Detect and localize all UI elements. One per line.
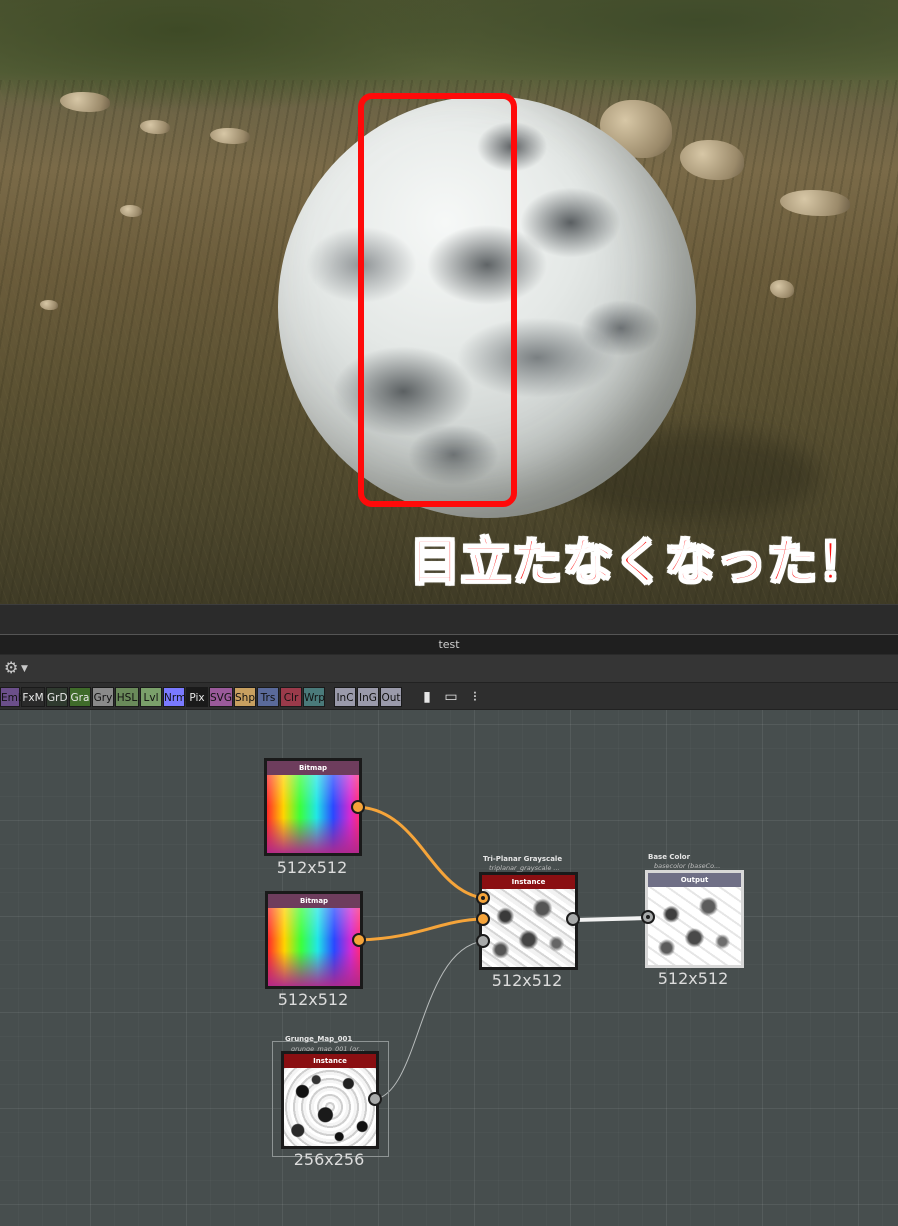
comment-icon[interactable]: ▮: [418, 687, 436, 707]
bitmap-node[interactable]: Bitmap: [265, 891, 363, 989]
toolbar-button-ing[interactable]: InG: [357, 687, 379, 707]
toolbar-button-pix[interactable]: Pix: [186, 687, 208, 707]
toolbar-button-emb[interactable]: Emb: [0, 687, 25, 707]
pin-connected-dot: [646, 915, 650, 919]
gear-icon[interactable]: ⚙: [4, 658, 18, 678]
node-caption: Tri-Planar Grayscale: [483, 855, 563, 863]
node-subcaption: basecolor (baseCo...: [654, 862, 721, 870]
wires: [357, 805, 649, 1100]
toolbar-button-inc[interactable]: InC: [334, 687, 356, 707]
output-pin[interactable]: [351, 800, 365, 814]
node-thumbnail: [267, 775, 359, 853]
rock: [770, 280, 794, 298]
node-caption: Base Color: [648, 853, 691, 861]
input-pin[interactable]: [641, 910, 655, 924]
node-thumbnail: [648, 887, 741, 965]
node-size-label: 512x512: [277, 990, 349, 1009]
window-separator: [0, 604, 898, 634]
input-pin[interactable]: [476, 912, 490, 926]
toolbar-button-out[interactable]: Out: [380, 687, 402, 707]
toolbar-button-gry[interactable]: Gry: [92, 687, 114, 707]
toolbar-button-gra[interactable]: Gra: [69, 687, 91, 707]
rock: [40, 300, 58, 310]
toolbar-button-svg[interactable]: SVG: [209, 687, 233, 707]
settings-bar: ⚙ ▼: [0, 654, 898, 682]
node-header: Bitmap: [268, 894, 360, 908]
frame-icon[interactable]: ▭: [442, 687, 460, 707]
chevron-down-icon[interactable]: ▼: [21, 661, 28, 677]
toolbar-button-grd[interactable]: GrD: [46, 687, 68, 707]
node-size-label: 512x512: [657, 969, 729, 988]
wire-triplanar-to-output[interactable]: [574, 916, 649, 922]
toolbar-button-fxm[interactable]: FxM: [21, 687, 45, 707]
node-thumbnail: [268, 908, 360, 986]
pin-connected-dot: [481, 896, 485, 900]
window-title: test: [0, 634, 898, 654]
graph-canvas[interactable]: Bitmap 512x512 Bitmap 512x512 Tri-Planar…: [0, 710, 898, 1226]
node-header: Output: [648, 873, 741, 887]
triplanar-node[interactable]: Instance: [479, 872, 578, 970]
node-header: Instance: [482, 875, 575, 889]
output-node[interactable]: Output: [645, 870, 744, 968]
output-pin[interactable]: [566, 912, 580, 926]
output-pin[interactable]: [352, 933, 366, 947]
pin-icon[interactable]: ⁝: [466, 687, 484, 707]
node-header: Instance: [284, 1054, 376, 1068]
3d-viewport[interactable]: 目立たなくなった！: [0, 0, 898, 604]
node-size-label: 256x256: [293, 1150, 365, 1169]
node-subcaption: triplanar_grayscale ...: [489, 864, 560, 872]
toolbar-button-clr[interactable]: Clr: [280, 687, 302, 707]
highlight-box: [358, 93, 517, 507]
node-caption: Grunge_Map_001: [285, 1035, 353, 1043]
wire-bitmap2-to-triplanar[interactable]: [359, 917, 484, 942]
node-toolbar: Emb FxM GrD Gra Gry HSL Lvl Nrm Pix SVG Shp Trs Clr W…: [0, 682, 898, 710]
toolbar-button-trs[interactable]: Trs: [257, 687, 279, 707]
output-pin[interactable]: [368, 1092, 382, 1106]
wire-grunge-to-triplanar[interactable]: [375, 940, 484, 1100]
annotation-text: 目立たなくなった！: [409, 532, 869, 592]
input-pin[interactable]: [476, 891, 490, 905]
node-size-label: 512x512: [491, 971, 563, 990]
node-thumbnail: [482, 889, 575, 967]
toolbar-button-lvl[interactable]: Lvl: [140, 687, 162, 707]
toolbar-button-wrp[interactable]: Wrp: [303, 687, 325, 707]
toolbar-button-shp[interactable]: Shp: [234, 687, 256, 707]
toolbar-button-hsl[interactable]: HSL: [115, 687, 139, 707]
grunge-node[interactable]: Instance: [281, 1051, 379, 1149]
node-size-label: 512x512: [276, 858, 348, 877]
input-pin[interactable]: [476, 934, 490, 948]
node-header: Bitmap: [267, 761, 359, 775]
bitmap-node[interactable]: Bitmap: [264, 758, 362, 856]
node-thumbnail: [284, 1068, 376, 1146]
toolbar-button-nrm[interactable]: Nrm: [163, 687, 186, 707]
rock: [120, 205, 142, 217]
wire-bitmap1-to-triplanar[interactable]: [357, 805, 484, 900]
